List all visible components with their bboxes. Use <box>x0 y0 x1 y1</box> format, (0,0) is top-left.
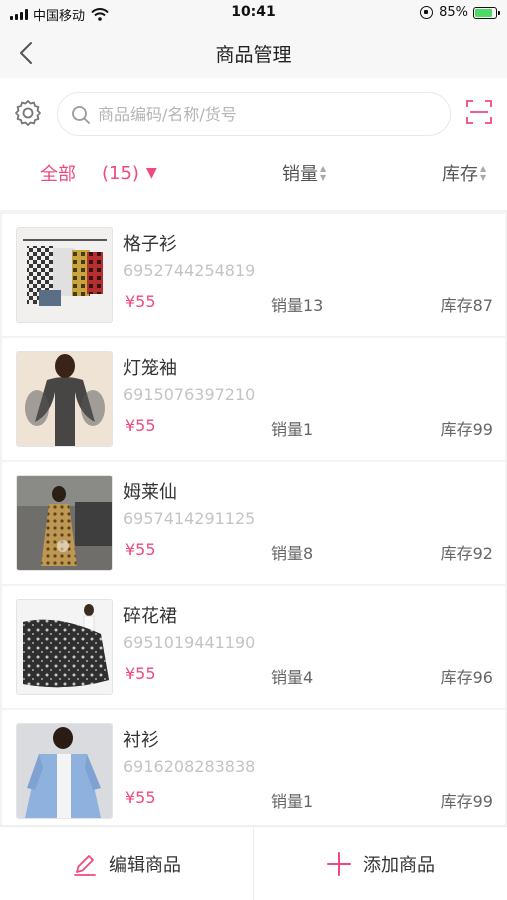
toolbar: 全部 (15) ▼ 销量 ▲▼ 库存 ▲▼ <box>0 78 507 210</box>
product-code: 6951019441190 <box>123 633 255 652</box>
product-sales: 销量13 <box>271 296 324 315</box>
pencil-icon <box>74 855 96 876</box>
sort-arrows-icon: ▲ ▼ <box>320 164 327 182</box>
product-row[interactable]: 格子衫 6952744254819 ¥55 销量13 库存87 <box>2 214 505 336</box>
product-name: 碎花裙 <box>123 606 177 627</box>
filter-count: (15) <box>102 162 139 184</box>
product-price: ¥55 <box>125 416 156 435</box>
product-image <box>16 599 113 695</box>
product-image <box>16 351 113 447</box>
product-sales: 销量4 <box>271 668 314 687</box>
product-image <box>16 723 113 819</box>
filter-all-dropdown[interactable]: 全部 (15) ▼ <box>40 160 157 186</box>
scan-icon[interactable] <box>464 97 494 127</box>
battery-percent: 85% <box>439 5 468 20</box>
caret-down-icon: ▼ <box>145 165 157 181</box>
product-stock: 库存92 <box>440 544 493 563</box>
product-stock: 库存87 <box>440 296 493 315</box>
product-list: 格子衫 6952744254819 ¥55 销量13 库存87 灯笼袖 6915… <box>2 214 505 825</box>
plus-icon <box>327 852 351 876</box>
product-name: 灯笼袖 <box>123 358 177 379</box>
product-stock: 库存96 <box>440 668 493 687</box>
product-sales: 销量1 <box>271 420 314 439</box>
product-image <box>16 475 113 571</box>
search-icon <box>72 106 90 124</box>
gear-icon[interactable] <box>13 98 43 128</box>
product-image <box>16 227 113 323</box>
product-price: ¥55 <box>125 540 156 559</box>
sort-by-sales-button[interactable]: 销量 ▲ ▼ <box>282 160 326 186</box>
status-bar: 中国移动 10:41 85% <box>0 0 507 28</box>
sort-by-stock-button[interactable]: 库存 ▲ ▼ <box>442 160 486 186</box>
orientation-lock-icon <box>420 6 434 19</box>
product-price: ¥55 <box>125 664 156 683</box>
product-sales: 销量8 <box>271 544 314 563</box>
search-box[interactable] <box>57 92 451 136</box>
product-code: 6957414291125 <box>123 509 255 528</box>
product-name: 格子衫 <box>123 234 177 255</box>
filter-row: 全部 (15) ▼ 销量 ▲ ▼ 库存 ▲ ▼ <box>0 153 507 193</box>
page-title: 商品管理 <box>215 44 292 66</box>
battery-level <box>475 8 492 17</box>
sort-stock-label: 库存 <box>442 164 478 185</box>
product-row[interactable]: 碎花裙 6951019441190 ¥55 销量4 库存96 <box>2 586 505 708</box>
edit-product-label: 编辑商品 <box>109 855 181 876</box>
sort-arrows-icon: ▲ ▼ <box>480 164 487 182</box>
product-row[interactable]: 姆莱仙 6957414291125 ¥55 销量8 库存92 <box>2 462 505 584</box>
product-price: ¥55 <box>125 788 156 807</box>
bottom-action-bar: 编辑商品 添加商品 <box>0 826 507 900</box>
product-sales: 销量1 <box>271 792 314 811</box>
product-name: 姆莱仙 <box>123 482 177 503</box>
product-code: 6916208283838 <box>123 757 255 776</box>
product-stock: 库存99 <box>440 420 493 439</box>
nav-bar: 商品管理 <box>0 28 507 78</box>
product-row[interactable]: 灯笼袖 6915076397210 ¥55 销量1 库存99 <box>2 338 505 460</box>
product-code: 6952744254819 <box>123 261 255 280</box>
divider <box>253 827 254 900</box>
add-product-label: 添加商品 <box>363 855 435 876</box>
product-price: ¥55 <box>125 292 156 311</box>
sort-sales-label: 销量 <box>282 164 318 185</box>
edit-product-button[interactable]: 编辑商品 <box>72 827 181 900</box>
add-product-button[interactable]: 添加商品 <box>326 827 435 900</box>
filter-all-label: 全部 <box>40 164 76 185</box>
battery-icon <box>473 6 500 19</box>
product-name: 衬衫 <box>123 730 159 751</box>
product-row[interactable]: 衬衫 6916208283838 ¥55 销量1 库存99 <box>2 710 505 825</box>
product-code: 6915076397210 <box>123 385 255 404</box>
product-stock: 库存99 <box>440 792 493 811</box>
status-right: 85% <box>420 5 500 20</box>
search-input[interactable] <box>98 93 438 135</box>
